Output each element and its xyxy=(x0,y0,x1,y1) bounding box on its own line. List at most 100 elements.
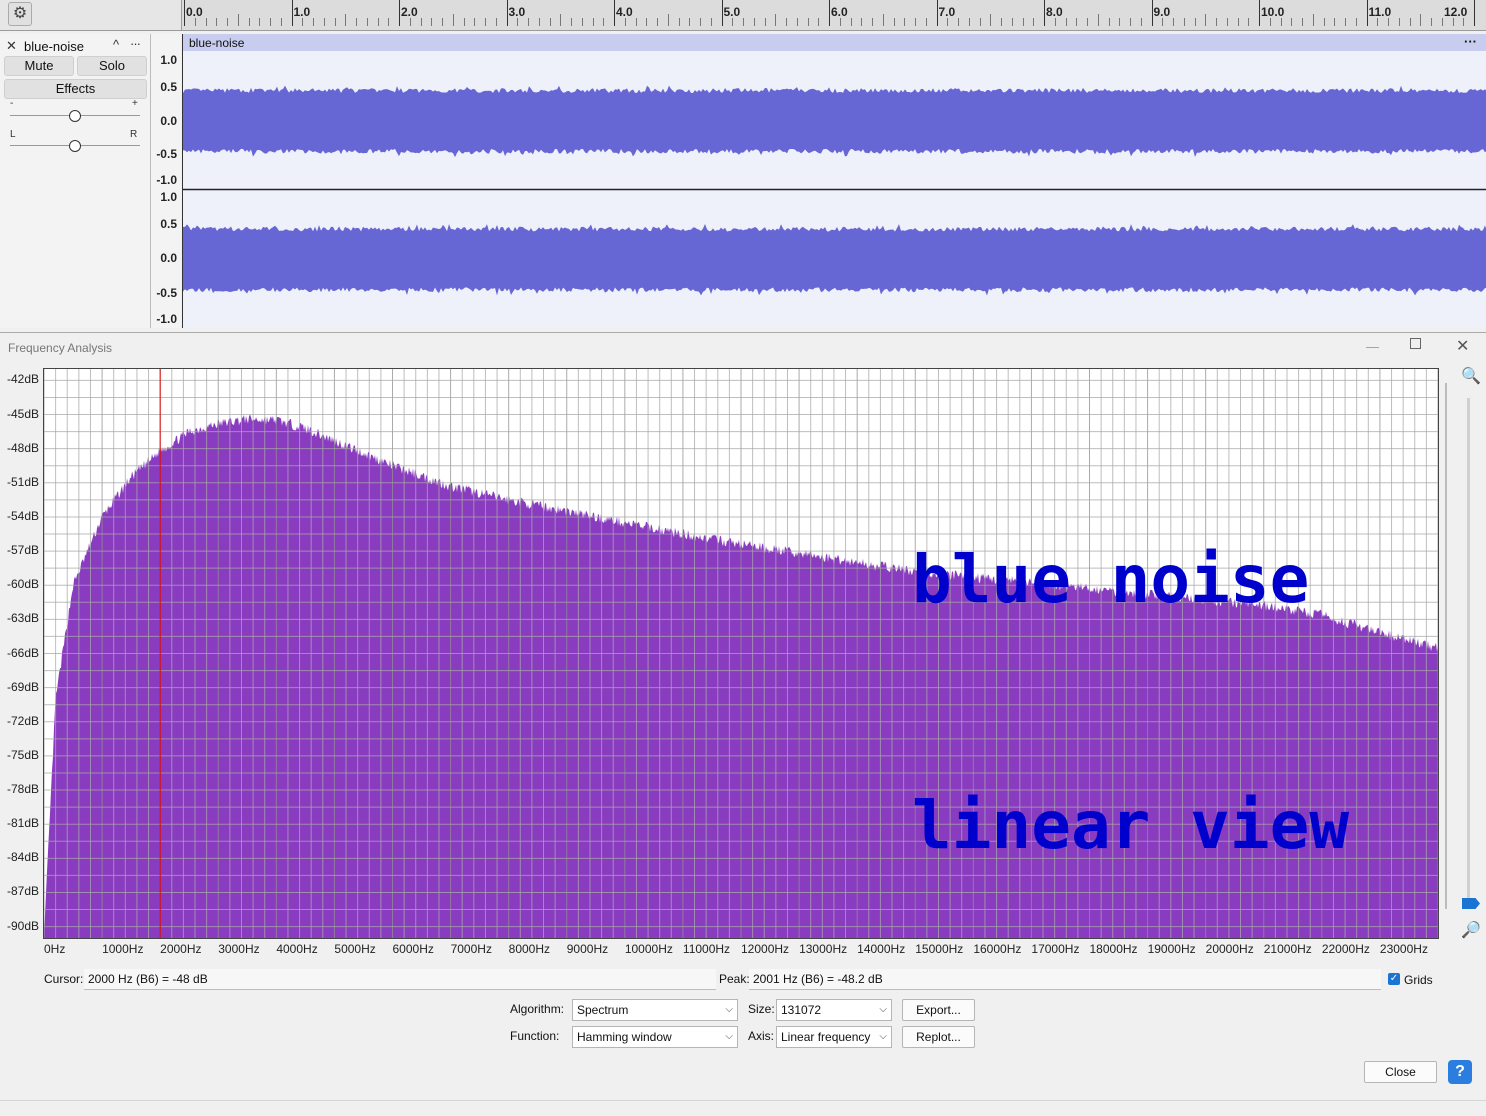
solo-button[interactable]: Solo xyxy=(77,56,147,76)
track-name[interactable]: blue-noise xyxy=(24,39,84,54)
ruler-minor-tick xyxy=(603,18,605,26)
y-tick-label: -48dB xyxy=(6,440,39,455)
zoom-slider-track[interactable] xyxy=(1467,398,1470,898)
clip-menu-icon[interactable]: ··· xyxy=(1464,34,1477,49)
gain-plus-label: + xyxy=(132,98,138,109)
function-label: Function: xyxy=(510,1029,560,1043)
ruler-minor-tick xyxy=(710,18,712,26)
ruler-minor-tick xyxy=(1011,18,1013,26)
ruler-minor-tick xyxy=(667,14,669,26)
ruler-minor-tick xyxy=(366,18,368,26)
ruler-minor-tick xyxy=(1355,18,1357,26)
axis-value: Linear frequency xyxy=(781,1030,871,1044)
close-track-icon[interactable]: ✕ xyxy=(6,38,17,54)
algorithm-label: Algorithm: xyxy=(510,1002,565,1016)
ruler-minor-tick xyxy=(646,18,648,26)
maximize-icon[interactable] xyxy=(1410,338,1421,349)
size-select[interactable]: 131072 ⌵ xyxy=(776,999,892,1021)
waveform-svg xyxy=(183,52,1486,327)
collapse-icon[interactable]: ^ xyxy=(113,37,119,52)
ruler-minor-tick xyxy=(1345,18,1346,26)
ruler-minor-tick xyxy=(1054,18,1056,26)
y-tick-label: -42dB xyxy=(6,372,39,387)
minimize-icon[interactable]: — xyxy=(1366,339,1379,354)
function-select[interactable]: Hamming window ⌵ xyxy=(572,1026,738,1048)
algorithm-select[interactable]: Spectrum ⌵ xyxy=(572,999,738,1021)
x-tick-label: 14000Hz xyxy=(857,942,906,956)
zoom-in-icon[interactable]: 🔍 xyxy=(1461,366,1481,386)
ruler-minor-tick xyxy=(786,18,787,26)
status-divider xyxy=(0,1100,1486,1101)
time-ruler[interactable]: 0.0 1.0 2.0 3.0 4.0 5.0 6.0 7.0 8.0 9.0 10.0 11.0 12… xyxy=(182,0,1486,30)
y-tick-label: -57dB xyxy=(6,543,39,558)
x-tick-label: 10000Hz xyxy=(624,942,673,956)
ruler-minor-tick xyxy=(904,18,906,26)
effects-button[interactable]: Effects xyxy=(4,79,147,99)
pan-slider-thumb[interactable] xyxy=(69,140,81,152)
ruler-minor-tick xyxy=(850,18,852,26)
ruler-minor-tick xyxy=(248,18,250,26)
ruler-label: 8.0 xyxy=(1046,5,1063,19)
axis-label: Axis: xyxy=(748,1029,775,1043)
ruler-tick xyxy=(1044,0,1045,26)
gear-icon[interactable]: ⚙ xyxy=(8,2,32,26)
ruler-minor-tick xyxy=(1194,18,1196,26)
mute-button[interactable]: Mute xyxy=(4,56,74,76)
ruler-label: 5.0 xyxy=(723,5,741,19)
y-tick-label: -66dB xyxy=(6,645,39,660)
track-menu-icon[interactable]: ··· xyxy=(130,36,141,51)
ruler-minor-tick xyxy=(280,18,282,26)
ruler-minor-tick xyxy=(979,18,981,26)
ruler-tick xyxy=(291,0,293,26)
y-tick-label: -54dB xyxy=(6,508,39,523)
y-tick-label: -45dB xyxy=(6,406,39,421)
ruler-minor-tick xyxy=(753,18,755,26)
replot-button[interactable]: Replot... xyxy=(902,1026,975,1048)
x-tick-label: 18000Hz xyxy=(1089,942,1138,956)
ruler-minor-tick xyxy=(872,18,873,26)
ruler-tick xyxy=(506,0,508,26)
chevron-down-icon: ⌵ xyxy=(725,1004,733,1015)
waveform-area[interactable]: blue-noise ··· xyxy=(182,34,1486,328)
chevron-down-icon: ⌵ xyxy=(725,1031,733,1042)
export-button[interactable]: Export... xyxy=(902,999,975,1021)
gain-slider-thumb[interactable] xyxy=(69,110,81,122)
y-tick-label: -84dB xyxy=(6,850,39,865)
axis-select[interactable]: Linear frequency ⌵ xyxy=(776,1026,892,1048)
cursor-readout: 2000 Hz (B6) = -48 dB xyxy=(84,969,716,990)
spectrum-plot[interactable]: blue noise linear view xyxy=(43,368,1439,944)
ruler-minor-tick xyxy=(925,18,927,26)
close-window-icon[interactable]: ✕ xyxy=(1456,336,1469,356)
size-label: Size: xyxy=(748,1002,775,1016)
zoom-out-icon[interactable]: 🔎 xyxy=(1461,920,1481,940)
ruler-label: 0.0 xyxy=(186,5,203,19)
ruler-minor-tick xyxy=(549,18,551,26)
ruler-minor-tick xyxy=(1291,18,1293,26)
dialog-title: Frequency Analysis xyxy=(8,341,113,355)
ruler-minor-tick xyxy=(861,18,863,26)
ruler-minor-tick xyxy=(345,14,347,26)
ruler-minor-tick xyxy=(1183,18,1185,26)
ruler-minor-tick xyxy=(420,18,422,26)
ruler-minor-tick xyxy=(1334,18,1336,26)
ruler-minor-tick xyxy=(796,18,798,26)
overlay-annotation: blue noise linear view xyxy=(912,375,1349,1031)
grids-checkbox[interactable]: ✓ xyxy=(1388,973,1400,985)
ruler-minor-tick xyxy=(538,18,540,26)
y-tick-label: -63dB xyxy=(6,611,39,626)
ruler-tick xyxy=(829,0,830,26)
ruler-minor-tick xyxy=(1216,18,1217,26)
clip-header[interactable]: blue-noise ··· xyxy=(183,34,1486,51)
vertical-scrollbar[interactable] xyxy=(1445,383,1447,909)
x-tick-label: 22000Hz xyxy=(1321,942,1370,956)
x-tick-label: 3000Hz xyxy=(218,942,260,956)
ruler-minor-tick xyxy=(431,18,433,26)
overlay-line-2: linear view xyxy=(912,787,1350,864)
ruler-minor-tick xyxy=(517,18,519,26)
ruler-minor-tick xyxy=(764,18,766,26)
close-button[interactable]: Close xyxy=(1364,1061,1437,1083)
ruler-label: 1.0 xyxy=(293,5,311,19)
ruler-minor-tick xyxy=(1420,14,1422,26)
ruler-minor-tick xyxy=(1022,18,1024,26)
help-icon[interactable]: ? xyxy=(1448,1060,1472,1084)
